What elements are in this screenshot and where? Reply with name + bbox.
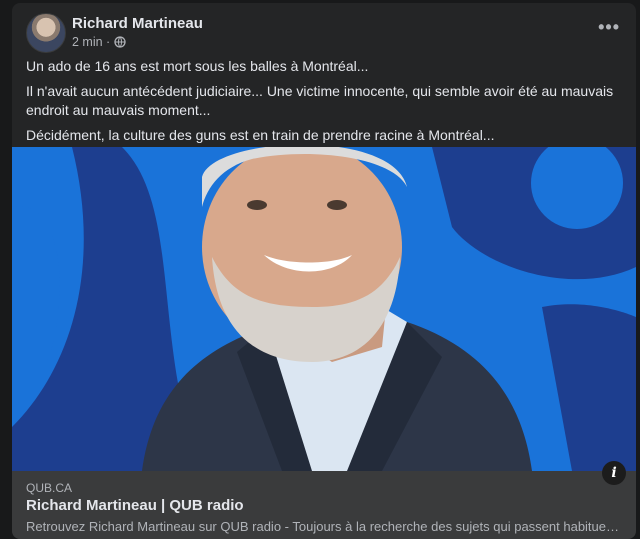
post-card: Richard Martineau 2 min · ••• Un ado de …: [12, 3, 636, 539]
post-paragraph: Il n'avait aucun antécédent judiciaire..…: [26, 83, 614, 118]
link-caption[interactable]: QUB.CA Richard Martineau | QUB radio Ret…: [12, 471, 636, 539]
post-paragraph: Un ado de 16 ans est mort sous les balle…: [26, 58, 369, 74]
link-description: Retrouvez Richard Martineau sur QUB radi…: [26, 519, 621, 534]
info-icon[interactable]: i: [602, 461, 626, 485]
post-time[interactable]: 2 min ·: [72, 35, 110, 49]
post-text: Un ado de 16 ans est mort sous les balle…: [26, 57, 626, 151]
portrait-illustration: [12, 147, 636, 471]
post-header: Richard Martineau 2 min · •••: [26, 13, 626, 53]
post-meta: 2 min ·: [72, 35, 126, 49]
link-title[interactable]: Richard Martineau | QUB radio: [26, 497, 244, 514]
link-domain: QUB.CA: [26, 481, 73, 495]
link-preview-image[interactable]: [12, 147, 636, 471]
avatar[interactable]: [26, 13, 66, 53]
author-name[interactable]: Richard Martineau: [72, 15, 203, 32]
globe-icon: [114, 36, 126, 48]
post-paragraph: Décidément, la culture des guns est en t…: [26, 127, 495, 143]
more-options-icon[interactable]: •••: [598, 18, 620, 36]
